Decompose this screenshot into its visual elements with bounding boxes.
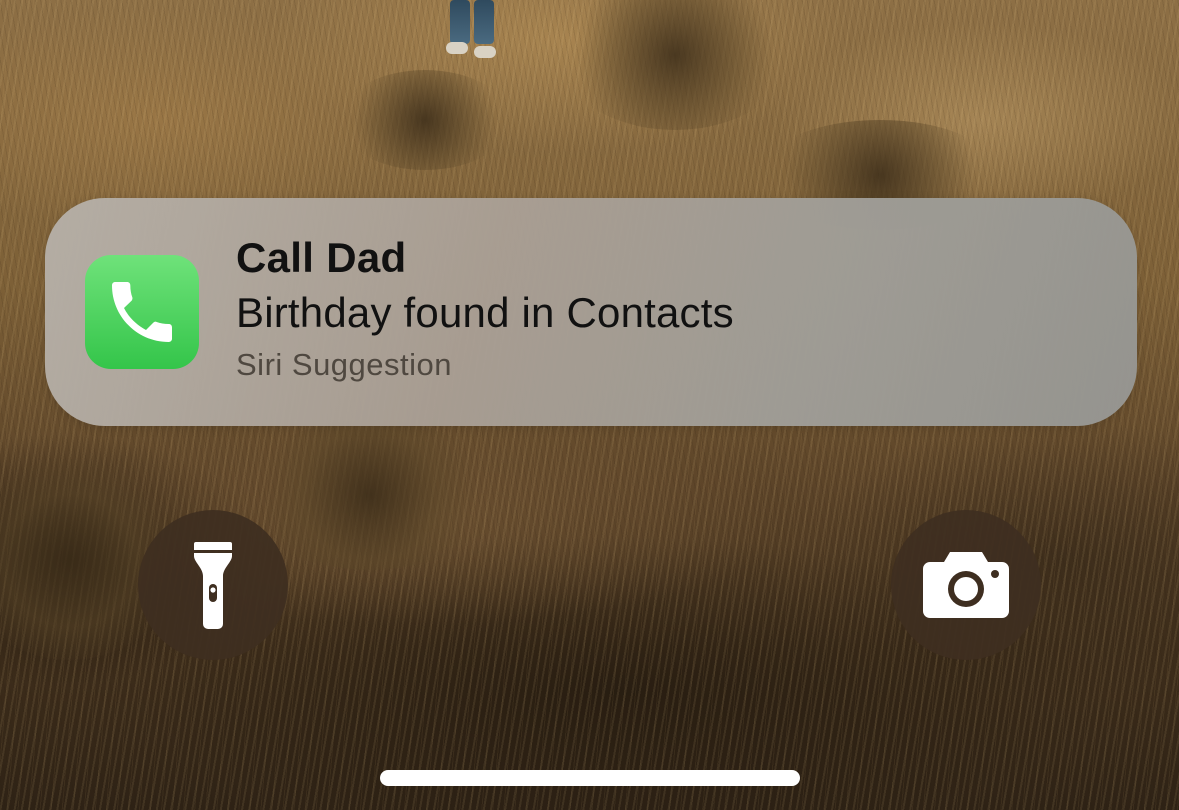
wallpaper-figure [446, 0, 500, 60]
wallpaper-shrub [340, 70, 510, 170]
home-indicator[interactable] [380, 770, 800, 786]
wallpaper-shrub [560, 0, 790, 130]
wallpaper-shrub [240, 420, 500, 570]
phone-app-icon [85, 255, 199, 369]
phone-icon [112, 282, 172, 342]
flashlight-icon [194, 542, 232, 629]
flashlight-button[interactable] [138, 510, 288, 660]
camera-icon [923, 552, 1009, 618]
suggestion-subtitle: Birthday found in Contacts [236, 289, 734, 336]
camera-button[interactable] [891, 510, 1041, 660]
suggestion-title: Call Dad [236, 234, 407, 281]
suggestion-source: Siri Suggestion [236, 347, 453, 382]
siri-suggestion-card[interactable]: Call Dad Birthday found in Contacts Siri… [45, 198, 1137, 426]
